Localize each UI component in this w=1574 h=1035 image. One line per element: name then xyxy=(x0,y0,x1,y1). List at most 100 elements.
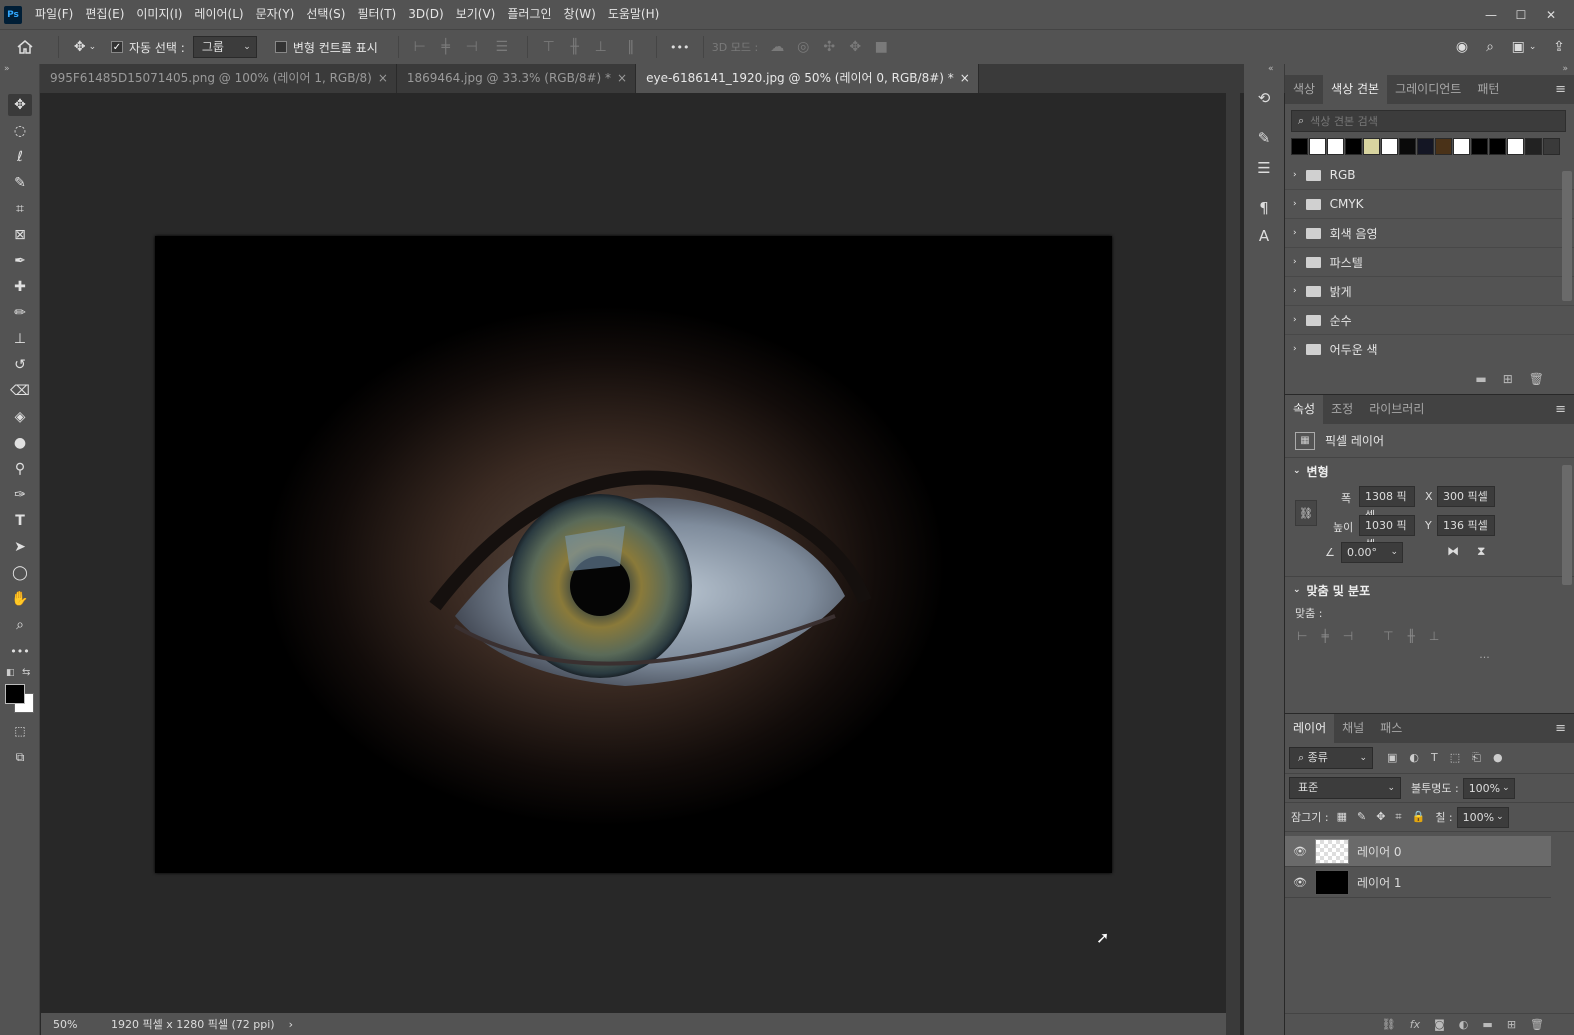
collapse-icon[interactable]: « xyxy=(1268,64,1274,74)
camera-3d-icon[interactable]: ■ xyxy=(868,30,894,65)
orbit-3d-icon[interactable]: ☁ xyxy=(764,30,790,65)
more-properties-icon[interactable]: ··· xyxy=(1285,651,1574,664)
zoom-icon[interactable]: ⌕ xyxy=(8,614,32,636)
menu-layer[interactable]: 레이어(L) xyxy=(188,0,249,29)
filter-adjustment-icon[interactable]: ◐ xyxy=(1409,751,1419,765)
filter-smart-icon[interactable]: ⎗ xyxy=(1472,751,1481,765)
more-options-button[interactable]: ••• xyxy=(665,30,695,65)
link-icon[interactable]: ⛓ xyxy=(1295,500,1317,526)
menu-help[interactable]: 도움말(H) xyxy=(602,0,666,29)
tab-patterns[interactable]: 패턴 xyxy=(1469,75,1507,104)
more-tools-icon[interactable]: ••• xyxy=(8,640,32,662)
document-scrollbar[interactable] xyxy=(1226,93,1240,1035)
brush-icon[interactable]: ✏ xyxy=(8,302,32,324)
history-brush-icon[interactable]: ↺ xyxy=(8,354,32,376)
tab-swatches[interactable]: 색상 견본 xyxy=(1323,75,1388,104)
quick-select-icon[interactable]: ✎ xyxy=(8,172,32,194)
default-colors-icon[interactable]: ◧ xyxy=(6,668,15,678)
add-mask-icon[interactable]: ◙ xyxy=(1434,1018,1445,1031)
lock-artboard-icon[interactable]: ⌗ xyxy=(1395,810,1401,824)
opacity-field[interactable]: 100% ⌄ xyxy=(1462,777,1515,799)
paragraph-icon[interactable]: ¶ xyxy=(1252,196,1276,220)
color-swatch[interactable] xyxy=(1543,138,1560,155)
dodge-icon[interactable]: ⚲ xyxy=(8,458,32,480)
menu-file[interactable]: 파일(F) xyxy=(29,0,79,29)
align-right-icon[interactable]: ⊣ xyxy=(459,30,485,65)
crop-icon[interactable]: ⌗ xyxy=(8,198,32,220)
tab-libraries[interactable]: 라이브러리 xyxy=(1361,395,1432,424)
workspace-icon[interactable]: ▣ ⌄ xyxy=(1504,30,1544,65)
minimize-button[interactable]: — xyxy=(1476,8,1506,22)
filter-shape-icon[interactable]: ⬚ xyxy=(1450,751,1460,765)
lock-position-icon[interactable]: ✥ xyxy=(1376,810,1385,824)
panel-menu-icon[interactable]: ≡ xyxy=(1555,395,1566,424)
align-left-edges-icon[interactable]: ⊢ xyxy=(1297,629,1307,643)
auto-select-dropdown[interactable]: 그룹 ⌄ xyxy=(192,36,257,58)
fx-icon[interactable]: fx xyxy=(1410,1018,1420,1031)
color-swatch[interactable] xyxy=(1453,138,1470,155)
lock-image-icon[interactable]: ✎ xyxy=(1357,810,1366,824)
color-swatch[interactable] xyxy=(1345,138,1362,155)
close-tab-icon[interactable]: × xyxy=(617,71,627,85)
brush-settings-icon[interactable]: ✎ xyxy=(1252,126,1276,150)
color-swatch[interactable] xyxy=(1417,138,1434,155)
layer-row[interactable]: 👁 레이어 0 xyxy=(1285,836,1551,867)
foreground-color-swatch[interactable] xyxy=(5,684,25,704)
close-tab-icon[interactable]: × xyxy=(378,71,388,85)
align-bottom-edges-icon[interactable]: ⊥ xyxy=(1429,629,1439,643)
close-tab-icon[interactable]: × xyxy=(960,71,970,85)
marquee-icon[interactable]: ◌ xyxy=(8,120,32,142)
menu-image[interactable]: 이미지(I) xyxy=(130,0,188,29)
roll-3d-icon[interactable]: ◎ xyxy=(790,30,816,65)
align-center-icon[interactable]: ╪ xyxy=(433,30,459,65)
transform-section[interactable]: ⌄ 변형 xyxy=(1285,458,1574,484)
share-icon[interactable]: ⇪ xyxy=(1544,30,1574,65)
blend-mode-dropdown[interactable]: 표준 ⌄ xyxy=(1289,777,1401,799)
lock-transparency-icon[interactable]: ▦ xyxy=(1337,810,1347,824)
learn-icon[interactable]: ◉ xyxy=(1448,30,1476,65)
tab-channels[interactable]: 채널 xyxy=(1334,714,1372,743)
new-layer-icon[interactable]: ⊞ xyxy=(1507,1018,1516,1031)
tab-layers[interactable]: 레이어 xyxy=(1285,714,1335,743)
swatch-group-pure[interactable]: › 순수 xyxy=(1285,306,1574,335)
move-tool-preset-icon[interactable]: ✥ ⌄ xyxy=(67,30,103,65)
color-swatch[interactable] xyxy=(1291,138,1308,155)
swatch-group-grayscale[interactable]: › 회색 음영 xyxy=(1285,219,1574,248)
lock-all-icon[interactable]: 🔒 xyxy=(1412,810,1426,824)
menu-filter[interactable]: 필터(T) xyxy=(351,0,402,29)
pen-icon[interactable]: ✑ xyxy=(8,484,32,506)
flip-vertical-icon[interactable]: ⧗ xyxy=(1477,544,1485,559)
filter-type-icon[interactable]: T xyxy=(1431,751,1438,765)
character-icon[interactable]: A xyxy=(1252,224,1276,248)
menu-edit[interactable]: 편집(E) xyxy=(79,0,130,29)
color-swatch[interactable] xyxy=(1471,138,1488,155)
menu-view[interactable]: 보기(V) xyxy=(450,0,502,29)
adjustment-layer-icon[interactable]: ◐ xyxy=(1459,1018,1469,1031)
filter-toggle-icon[interactable]: ● xyxy=(1493,751,1503,765)
color-swatch[interactable] xyxy=(1309,138,1326,155)
swatch-search-input[interactable]: ⌕ 색상 견본 검색 xyxy=(1291,110,1566,132)
zoom-level[interactable]: 50% xyxy=(53,1018,103,1031)
color-swatch[interactable] xyxy=(1363,138,1380,155)
swatch-group-light[interactable]: › 밝게 xyxy=(1285,277,1574,306)
align-horizontal-centers-icon[interactable]: ╪ xyxy=(1321,629,1328,643)
new-group-icon[interactable]: ▬ xyxy=(1475,372,1486,386)
layer-row[interactable]: 👁 레이어 1 xyxy=(1285,867,1551,898)
screen-mode-icon[interactable]: ⧉ xyxy=(8,746,32,768)
eyedropper-icon[interactable]: ✒ xyxy=(8,250,32,272)
lasso-icon[interactable]: ℓ xyxy=(8,146,32,168)
pan-3d-icon[interactable]: ✣ xyxy=(816,30,842,65)
fill-field[interactable]: 100% ⌄ xyxy=(1456,806,1509,828)
align-middle-icon[interactable]: ╫ xyxy=(562,30,588,65)
swatch-group-rgb[interactable]: › RGB xyxy=(1285,161,1574,190)
delete-layer-icon[interactable]: 🗑 xyxy=(1530,1018,1544,1031)
align-right-edges-icon[interactable]: ⊣ xyxy=(1343,629,1353,643)
color-swatch[interactable] xyxy=(1489,138,1506,155)
color-swatch[interactable] xyxy=(1381,138,1398,155)
transform-controls-checkbox[interactable] xyxy=(274,41,287,53)
tab-adjustments[interactable]: 조정 xyxy=(1323,395,1361,424)
auto-select-checkbox[interactable]: ✓ xyxy=(111,41,123,53)
close-window-button[interactable]: ✕ xyxy=(1536,8,1566,22)
link-layers-icon[interactable]: ⛓ xyxy=(1382,1018,1396,1031)
distribute-icon[interactable]: ☰ xyxy=(485,30,519,65)
